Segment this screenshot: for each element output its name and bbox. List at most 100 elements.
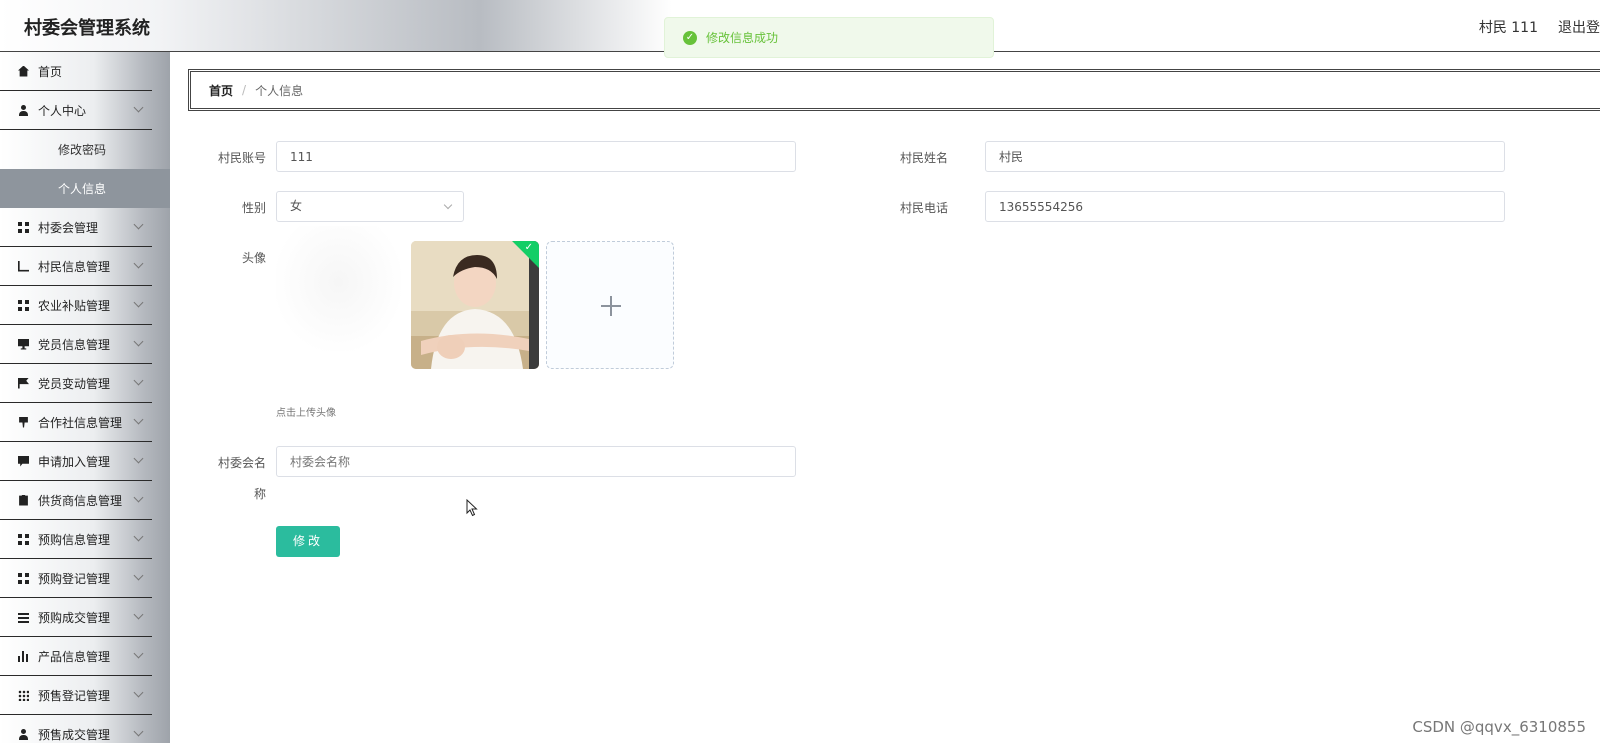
chevron-down-icon	[443, 200, 453, 210]
gender-selected-value: 女	[290, 199, 303, 213]
sidebar-item-product-info[interactable]: 产品信息管理	[0, 637, 152, 676]
avatar-placeholder	[276, 226, 401, 351]
account-label: 村民账号	[217, 151, 266, 165]
sidebar-item-join-application[interactable]: 申请加入管理	[0, 442, 152, 481]
chevron-down-icon	[133, 102, 144, 113]
chevron-down-icon	[133, 609, 144, 620]
watermark: CSDN @qqvx_6310855	[1412, 718, 1586, 736]
chevron-down-icon	[133, 687, 144, 698]
success-toast: ✓ 修改信息成功	[664, 17, 994, 58]
name-label: 村民姓名	[899, 151, 948, 165]
sidebar-item-label: 党员信息管理	[38, 337, 111, 352]
sidebar-item-preorder-info[interactable]: 预购信息管理	[0, 520, 152, 559]
sidebar-subitem-personal-info[interactable]: 个人信息	[0, 169, 170, 208]
bar-chart-icon	[18, 650, 29, 662]
sidebar-item-presale-deal[interactable]: 预售成交管理	[0, 715, 152, 743]
sidebar-item-label: 党员变动管理	[38, 376, 111, 391]
sidebar-item-label: 预售成交管理	[38, 727, 111, 742]
sidebar-item-label: 预售登记管理	[38, 688, 111, 703]
avatar-portrait	[411, 241, 539, 369]
user-icon	[18, 728, 29, 740]
pin-icon	[19, 416, 28, 428]
logout-link[interactable]: 退出登	[1558, 20, 1600, 36]
gender-label: 性别	[241, 201, 266, 215]
chevron-down-icon	[133, 414, 144, 425]
sidebar-item-home[interactable]: 首页	[0, 52, 152, 91]
chat-icon	[18, 455, 29, 467]
sidebar-item-label: 预购成交管理	[38, 610, 111, 625]
chevron-down-icon	[133, 219, 144, 230]
clipboard-icon	[19, 494, 28, 506]
flag-icon	[18, 377, 29, 389]
sidebar-item-label: 预购登记管理	[38, 571, 111, 586]
sidebar-menu: 首页 个人中心 修改密码 个人信息 村委会管理 村民信息管理 农业补贴管理 党员…	[0, 52, 170, 743]
sidebar-item-supplier-info[interactable]: 供货商信息管理	[0, 481, 152, 520]
submit-button[interactable]: 修改	[276, 526, 340, 557]
chevron-down-icon	[133, 297, 144, 308]
chevron-down-icon	[133, 648, 144, 659]
upload-tip: 点击上传头像	[276, 408, 336, 419]
list-icon	[18, 611, 29, 623]
sidebar-item-label: 首页	[38, 64, 63, 79]
user-area: 村民 111 退出登	[1479, 17, 1600, 37]
avatar-upload-button[interactable]	[546, 241, 674, 369]
sidebar-item-cooperative-info[interactable]: 合作社信息管理	[0, 403, 152, 442]
monitor-icon	[18, 338, 29, 350]
sidebar-item-preorder-deal[interactable]: 预购成交管理	[0, 598, 152, 637]
grid-icon	[18, 299, 29, 311]
sidebar-item-village-committee[interactable]: 村委会管理	[0, 208, 152, 247]
grid-dots-icon	[18, 689, 29, 701]
current-user-label: 村民 111	[1478, 20, 1538, 36]
sidebar-item-label: 产品信息管理	[38, 649, 111, 664]
village-name-label: 村委会名	[217, 456, 266, 470]
sidebar-item-label: 预购信息管理	[38, 532, 111, 547]
chevron-down-icon	[133, 726, 144, 737]
sidebar-item-label: 农业补贴管理	[38, 298, 111, 313]
sidebar-item-label: 村委会管理	[38, 220, 99, 235]
sidebar-item-party-member-info[interactable]: 党员信息管理	[0, 325, 152, 364]
breadcrumb-home[interactable]: 首页	[209, 82, 233, 99]
avatar-image[interactable]: ✓	[411, 241, 539, 369]
gender-select[interactable]: 女	[276, 191, 464, 222]
mouse-cursor-icon	[466, 499, 478, 517]
chevron-down-icon	[133, 492, 144, 503]
grid-icon	[18, 533, 29, 545]
chevron-down-icon	[133, 531, 144, 542]
grid-icon	[18, 221, 29, 233]
chart-icon	[18, 260, 29, 272]
grid-icon	[18, 572, 29, 584]
name-field[interactable]	[985, 141, 1505, 172]
app-title: 村委会管理系统	[24, 18, 150, 39]
breadcrumb-current: 个人信息	[255, 83, 304, 98]
village-name-label-cont: 称	[253, 487, 266, 501]
sidebar-item-label: 个人中心	[38, 103, 87, 118]
user-icon	[18, 104, 29, 116]
sidebar-item-personal-center[interactable]: 个人中心	[0, 91, 152, 130]
avatar-label: 头像	[241, 251, 266, 265]
sidebar-item-label: 合作社信息管理	[38, 415, 123, 430]
chevron-down-icon	[133, 258, 144, 269]
sidebar-item-label: 申请加入管理	[38, 454, 111, 469]
chevron-down-icon	[133, 375, 144, 386]
plus-icon	[601, 296, 621, 316]
sidebar-item-agri-subsidy[interactable]: 农业补贴管理	[0, 286, 152, 325]
sidebar-item-label: 供货商信息管理	[38, 493, 123, 508]
account-field[interactable]	[276, 141, 796, 172]
sidebar-item-villager-info[interactable]: 村民信息管理	[0, 247, 152, 286]
breadcrumb-separator: /	[242, 83, 247, 97]
sidebar-subitem-change-password[interactable]: 修改密码	[0, 130, 170, 169]
chevron-down-icon	[133, 453, 144, 464]
toast-message: 修改信息成功	[706, 31, 779, 45]
phone-label: 村民电话	[899, 201, 948, 215]
sidebar-item-presale-register[interactable]: 预售登记管理	[0, 676, 152, 715]
sidebar-item-party-member-change[interactable]: 党员变动管理	[0, 364, 152, 403]
sidebar-item-preorder-register[interactable]: 预购登记管理	[0, 559, 152, 598]
village-name-field[interactable]	[276, 446, 796, 477]
breadcrumb: 首页 / 个人信息	[188, 69, 1600, 111]
sidebar-item-label: 村民信息管理	[38, 259, 111, 274]
phone-field[interactable]	[985, 191, 1505, 222]
check-icon: ✓	[524, 242, 533, 253]
home-icon	[18, 65, 29, 77]
chevron-down-icon	[133, 336, 144, 347]
chevron-down-icon	[133, 570, 144, 581]
